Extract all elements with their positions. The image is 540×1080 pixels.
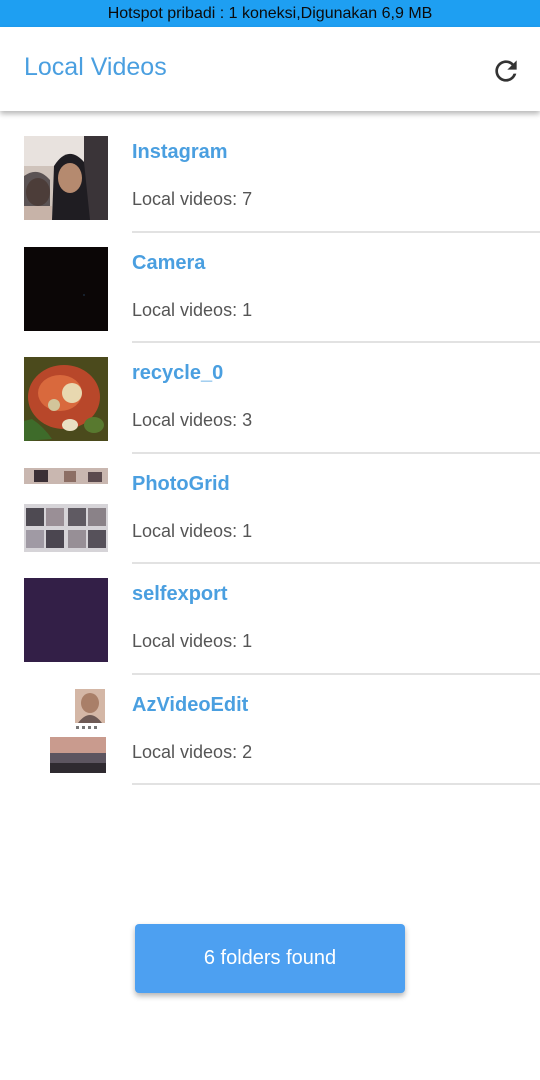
snackbar-text: 6 folders found [203,947,337,969]
folder-item-selfexport[interactable]: selfexport Local videos: 1 [0,564,540,675]
thumbnail-image [24,467,108,552]
folder-thumbnail [24,136,108,220]
folder-item-instagram[interactable]: Instagram Local videos: 7 [0,122,540,233]
thumbnail-image [24,246,108,331]
divider [132,783,540,785]
folder-thumbnail [24,246,108,331]
thumbnail-image [24,357,108,441]
folder-thumbnail [24,578,108,662]
status-bar-text: Hotspot pribadi : 1 koneksi,Digunakan 6,… [107,4,433,22]
folder-thumbnail [24,357,108,441]
folder-item-camera[interactable]: Camera Local videos: 1 [0,233,540,343]
refresh-button[interactable] [486,51,526,91]
folder-name: Camera [132,251,206,274]
page-title: Local Videos [24,53,167,81]
folder-name: selfexport [132,583,228,605]
refresh-icon [495,60,517,82]
status-bar: Hotspot pribadi : 1 koneksi,Digunakan 6,… [0,0,540,27]
folders-found-snackbar: 6 folders found [135,924,405,993]
folder-thumbnail [24,467,108,552]
folder-item-recycle-0[interactable]: recycle_0 Local videos: 3 [0,343,540,454]
folder-video-count: Local videos: 2 [132,741,253,762]
thumbnail-image [24,688,108,773]
folder-name: Instagram [132,141,228,163]
folder-video-count: Local videos: 7 [132,189,253,209]
folder-name: AzVideoEdit [132,693,249,716]
folder-item-azvideoedit[interactable]: AzVideoEdit Local videos: 2 [0,675,540,785]
folder-video-count: Local videos: 1 [132,520,253,541]
thumbnail-image [24,578,108,662]
folder-list: Instagram Local videos: 7 Camera Local v… [0,122,540,785]
folder-video-count: Local videos: 1 [132,299,253,320]
folder-video-count: Local videos: 3 [132,410,253,430]
folder-name: PhotoGrid [132,472,230,495]
folder-video-count: Local videos: 1 [132,631,253,651]
folder-name: recycle_0 [132,362,224,384]
folder-thumbnail [24,688,108,773]
app-bar: Local Videos [0,27,540,111]
folder-item-photogrid[interactable]: PhotoGrid Local videos: 1 [0,454,540,564]
thumbnail-image [24,136,108,220]
